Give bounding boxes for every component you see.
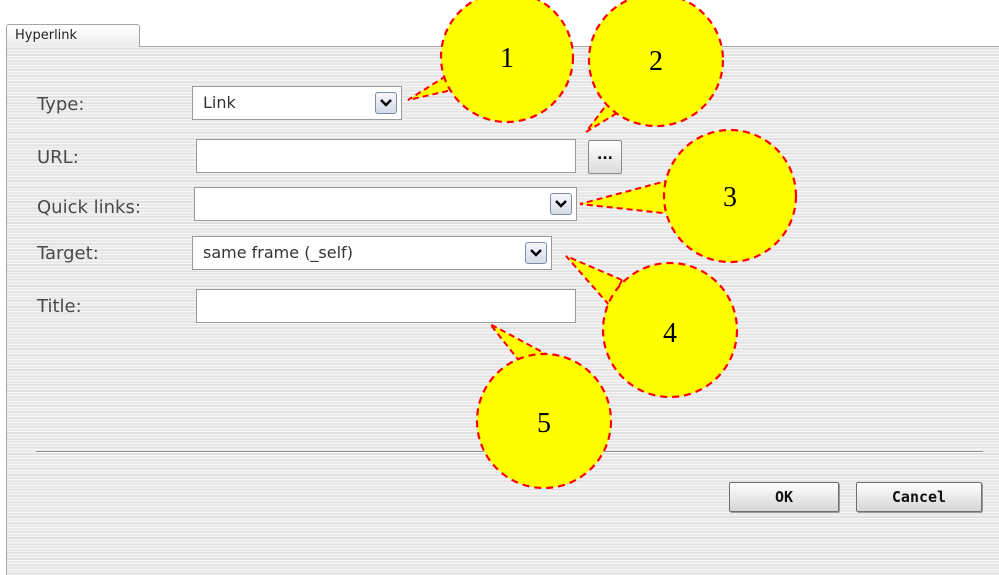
callout-2: 2 [585,0,725,133]
callout-5-number: 5 [537,408,551,439]
callout-3: 3 [579,128,798,264]
callout-1-number: 1 [500,43,514,74]
callout-4-number: 4 [663,318,677,349]
callout-1: 1 [407,0,575,124]
callout-5: 5 [475,323,613,490]
callout-layer: 1 2 3 4 5 [407,0,798,490]
callout-3-number: 3 [723,182,737,213]
callout-2-number: 2 [649,46,663,77]
